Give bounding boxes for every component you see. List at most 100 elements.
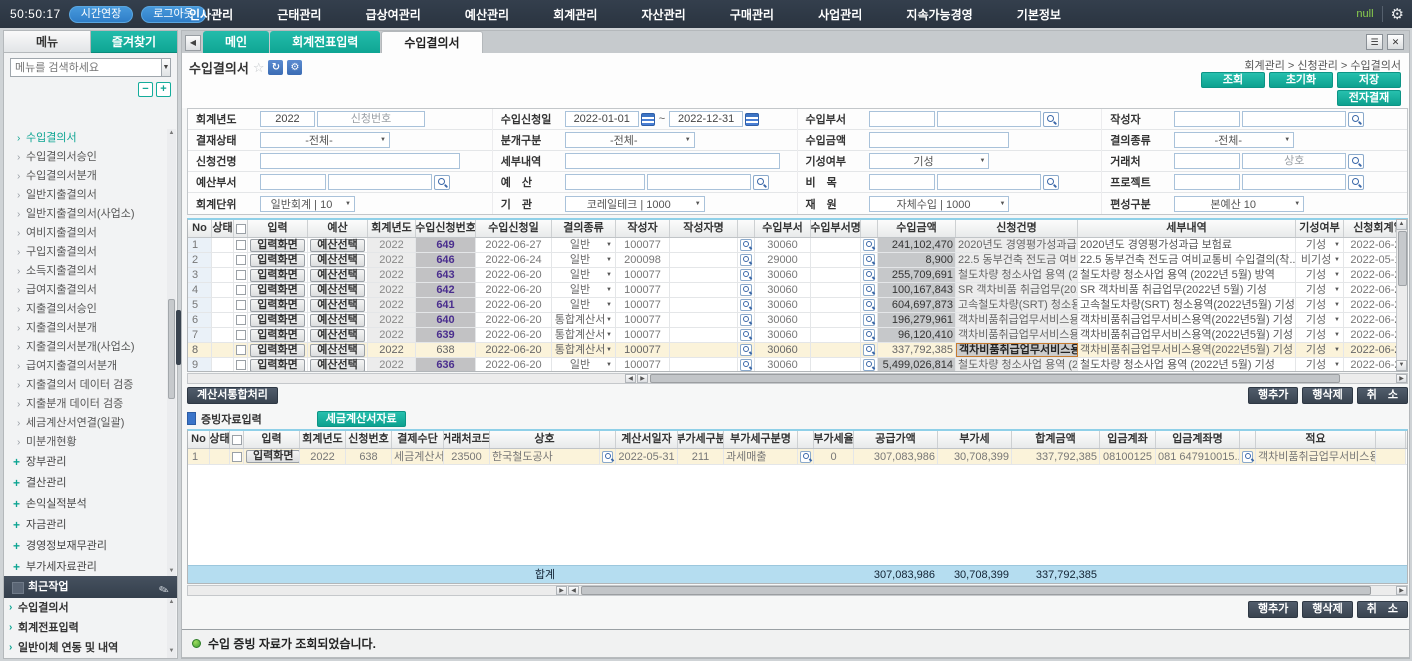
grid1-select-done[interactable]: 비기성▼ bbox=[1298, 253, 1341, 267]
search-magnifier-icon[interactable] bbox=[863, 254, 875, 266]
sidebar-group[interactable]: 장부관리 bbox=[4, 452, 177, 473]
close-icon[interactable]: ✕ bbox=[1387, 34, 1404, 50]
input-screen-button[interactable]: 입력화면 bbox=[250, 299, 304, 312]
sidebar-item[interactable]: 수입결의서분개 bbox=[4, 167, 177, 186]
row-checkbox[interactable] bbox=[232, 452, 242, 462]
search-magnifier-icon[interactable] bbox=[740, 239, 752, 251]
budget-select-button[interactable]: 예산선택 bbox=[310, 239, 364, 252]
accounting-unit-select[interactable]: 일반회계 | 10▼ bbox=[260, 196, 355, 212]
search-magnifier-icon[interactable] bbox=[863, 359, 875, 371]
search-magnifier-icon[interactable] bbox=[753, 175, 769, 190]
grid1-select-type[interactable]: 통합계산서▼ bbox=[554, 328, 613, 342]
date-from-input[interactable] bbox=[565, 111, 639, 127]
completion-select[interactable]: 기성▼ bbox=[869, 153, 989, 169]
search-magnifier-icon[interactable] bbox=[863, 314, 875, 326]
vendor-name-input[interactable] bbox=[1242, 153, 1346, 169]
save-button[interactable]: 저장 bbox=[1337, 72, 1401, 88]
grid1-select-type[interactable]: 일반▼ bbox=[554, 298, 613, 312]
sidebar-item[interactable]: 수입결의서 bbox=[4, 129, 177, 148]
request-title-input[interactable] bbox=[260, 153, 460, 169]
writer-code-input[interactable] bbox=[1174, 111, 1240, 127]
income-dept-code-input[interactable] bbox=[869, 111, 935, 127]
input-screen-button[interactable]: 입력화면 bbox=[250, 239, 304, 252]
detail-input[interactable] bbox=[565, 153, 780, 169]
e-approval-button[interactable]: 전자결재 bbox=[1337, 90, 1401, 106]
journal-type-select[interactable]: -전체-▼ bbox=[565, 132, 695, 148]
grid1-select-type[interactable]: 통합계산서▼ bbox=[554, 343, 613, 357]
topmenu-item-인사관리[interactable]: 인사관리 bbox=[185, 6, 237, 23]
grid1-select-type[interactable]: 일반▼ bbox=[554, 358, 613, 372]
grid1-select-done[interactable]: 기성▼ bbox=[1298, 358, 1341, 372]
expense-item-code-input[interactable] bbox=[869, 174, 935, 190]
search-magnifier-icon[interactable] bbox=[863, 299, 875, 311]
search-magnifier-icon[interactable] bbox=[863, 344, 875, 356]
recent-item[interactable]: 수입결의서 bbox=[4, 598, 177, 618]
budget-dept-name-input[interactable] bbox=[328, 174, 432, 190]
search-button[interactable]: 조회 bbox=[1201, 72, 1265, 88]
grid1-select-type[interactable]: 일반▼ bbox=[554, 238, 613, 252]
sidebar-item[interactable]: 지출결의서승인 bbox=[4, 300, 177, 319]
settings-gear-icon[interactable]: ⚙ bbox=[1391, 5, 1404, 23]
add-row-button[interactable]: 행추가 bbox=[1248, 387, 1298, 404]
merge-invoice-button[interactable]: 계산서통합처리 bbox=[187, 387, 278, 404]
calendar-icon[interactable] bbox=[745, 113, 759, 126]
sidebar-group[interactable]: 부가세자료관리 bbox=[4, 557, 177, 576]
search-magnifier-icon[interactable] bbox=[740, 329, 752, 341]
collapse-all-button[interactable]: − bbox=[138, 82, 153, 97]
search-magnifier-icon[interactable] bbox=[602, 451, 613, 463]
recent-scrollbar[interactable]: ▲▼ bbox=[167, 598, 176, 658]
row-checkbox[interactable] bbox=[236, 330, 246, 340]
row-checkbox[interactable] bbox=[236, 240, 246, 250]
budget-select-button[interactable]: 예산선택 bbox=[310, 329, 364, 342]
grid1-horizontal-scrollbar[interactable]: ◀ ▶ ▶ bbox=[187, 373, 1408, 384]
search-magnifier-icon[interactable] bbox=[863, 269, 875, 281]
budget-select-button[interactable]: 예산선택 bbox=[310, 314, 364, 327]
recent-item[interactable]: 회계전표입력 bbox=[4, 618, 177, 638]
extend-time-button[interactable]: 시간연장 bbox=[69, 6, 133, 23]
project-name-input[interactable] bbox=[1242, 174, 1346, 190]
budget-select-button[interactable]: 예산선택 bbox=[310, 284, 364, 297]
tab-voucher-entry[interactable]: 회계전표입력 bbox=[270, 31, 380, 53]
grid1-select-type[interactable]: 일반▼ bbox=[554, 283, 613, 297]
row-checkbox[interactable] bbox=[236, 315, 246, 325]
grid1-select-done[interactable]: 기성▼ bbox=[1298, 238, 1341, 252]
grid1-select-done[interactable]: 기성▼ bbox=[1298, 283, 1341, 297]
select-all-checkbox[interactable] bbox=[232, 435, 242, 445]
grid1-vertical-scrollbar[interactable]: ▲ ▼ bbox=[1396, 219, 1407, 371]
favorite-star-icon[interactable]: ☆ bbox=[253, 60, 265, 76]
sidebar-item[interactable]: 일반지출결의서 bbox=[4, 186, 177, 205]
organization-select[interactable]: 코레일테크 | 1000▼ bbox=[565, 196, 705, 212]
grid1-select-type[interactable]: 일반▼ bbox=[554, 253, 613, 267]
input-screen-button[interactable]: 입력화면 bbox=[250, 254, 304, 267]
sidebar-item[interactable]: 일반지출결의서(사업소) bbox=[4, 205, 177, 224]
grid1-select-done[interactable]: 기성▼ bbox=[1298, 343, 1341, 357]
search-magnifier-icon[interactable] bbox=[1043, 112, 1059, 127]
cancel-button[interactable]: 취 소 bbox=[1357, 601, 1408, 618]
approval-state-select[interactable]: -전체-▼ bbox=[260, 132, 390, 148]
row-checkbox[interactable] bbox=[236, 345, 246, 355]
sidebar-item[interactable]: 지출결의서분개 bbox=[4, 319, 177, 338]
topmenu-item-기본정보[interactable]: 기본정보 bbox=[1013, 6, 1065, 23]
request-no-input[interactable] bbox=[317, 111, 425, 127]
grid2-horizontal-scrollbar[interactable]: ▶ ◀ ▶ bbox=[187, 585, 1408, 596]
sidebar-group[interactable]: 경영정보재무관리 bbox=[4, 536, 177, 557]
search-magnifier-icon[interactable] bbox=[740, 254, 752, 266]
delete-row-button[interactable]: 행삭제 bbox=[1302, 601, 1352, 618]
search-magnifier-icon[interactable] bbox=[1348, 175, 1364, 190]
search-magnifier-icon[interactable] bbox=[740, 284, 752, 296]
tax-invoice-data-button[interactable]: 세금계산서자료 bbox=[317, 411, 406, 427]
search-magnifier-icon[interactable] bbox=[434, 175, 450, 190]
grid1-select-done[interactable]: 기성▼ bbox=[1298, 313, 1341, 327]
search-magnifier-icon[interactable] bbox=[740, 359, 752, 371]
budget-code-input[interactable] bbox=[565, 174, 645, 190]
input-screen-button[interactable]: 입력화면 bbox=[250, 269, 304, 282]
budget-select-button[interactable]: 예산선택 bbox=[310, 359, 364, 372]
topmenu-item-지속가능경영[interactable]: 지속가능경영 bbox=[902, 6, 976, 23]
reset-button[interactable]: 초기화 bbox=[1269, 72, 1333, 88]
sidebar-item[interactable]: 급여지출결의서 bbox=[4, 281, 177, 300]
project-code-input[interactable] bbox=[1174, 174, 1240, 190]
grid1-select-type[interactable]: 일반▼ bbox=[554, 268, 613, 282]
row-checkbox[interactable] bbox=[236, 255, 246, 265]
sidebar-item[interactable]: 수입결의서승인 bbox=[4, 148, 177, 167]
sidebar-tab-favorites[interactable]: 즐겨찾기 bbox=[91, 31, 177, 53]
